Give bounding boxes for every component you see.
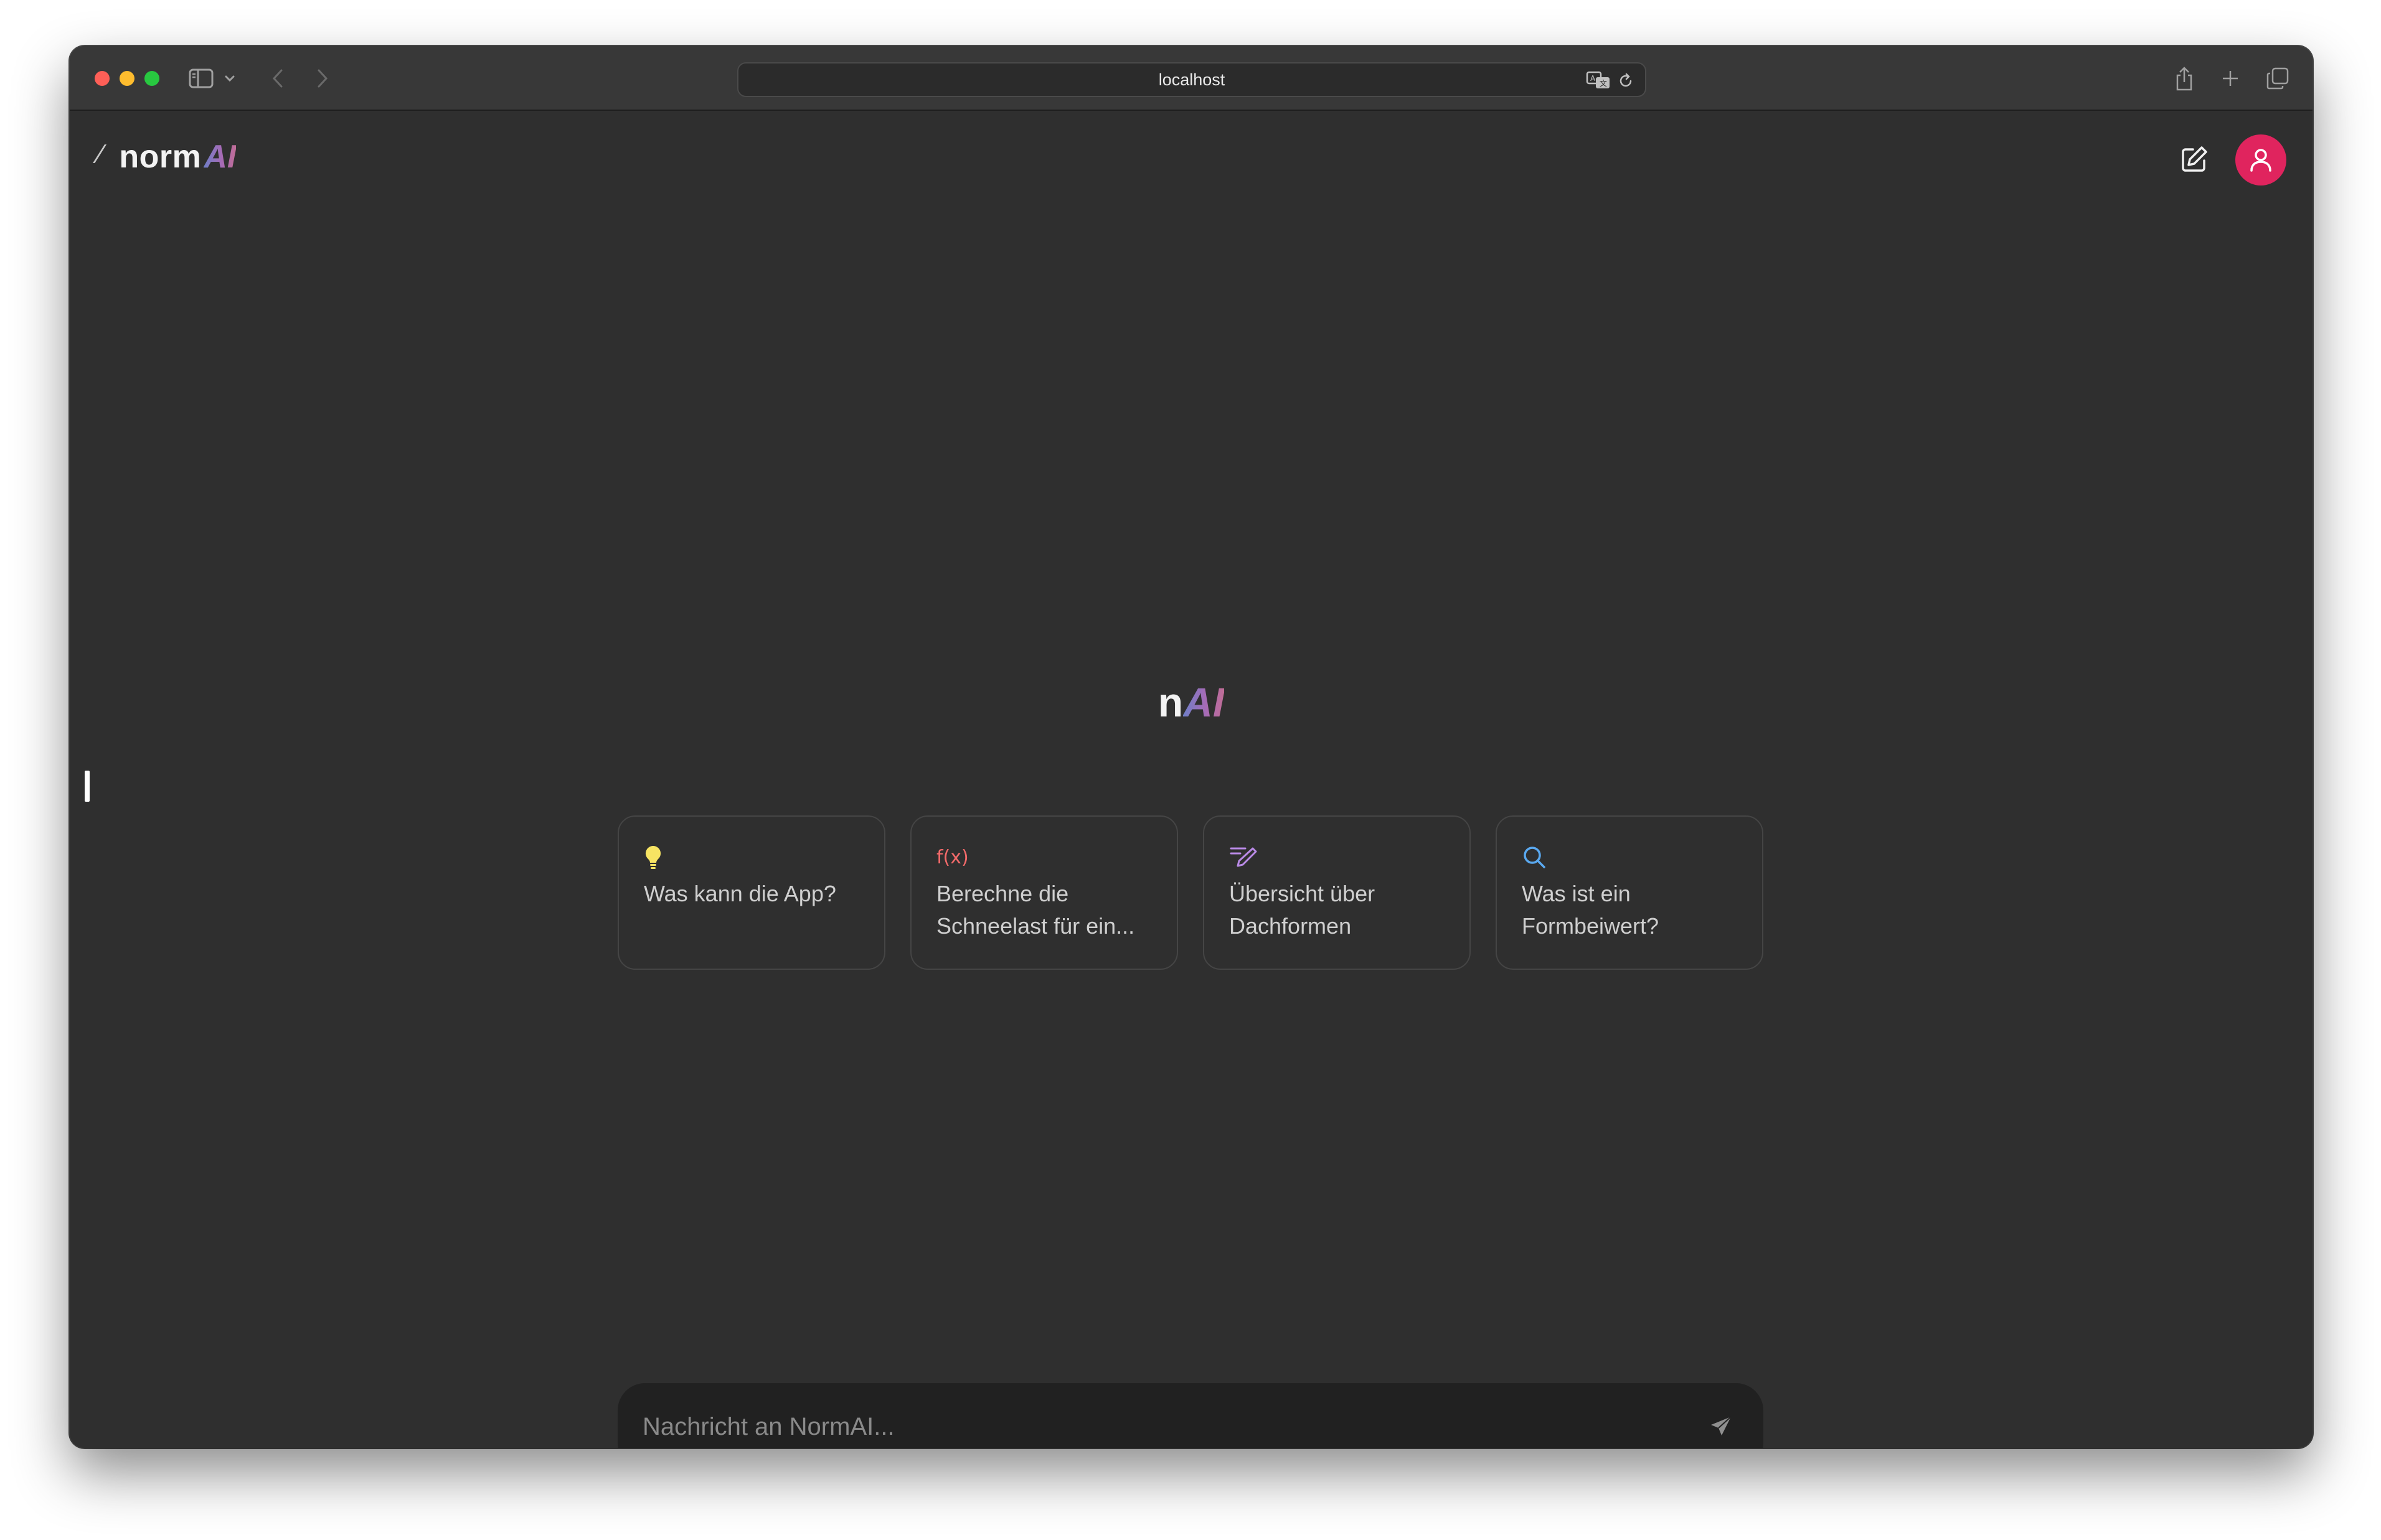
message-composer (618, 1383, 1763, 1448)
brand-logo[interactable]: ⁄ norm AI (98, 138, 236, 176)
chevron-down-icon[interactable] (223, 71, 237, 86)
close-window-button[interactable] (95, 71, 110, 86)
tabs-icon[interactable] (2265, 66, 2290, 91)
center-logo-ai: AI (1183, 679, 1225, 725)
center-logo-n: n (1157, 679, 1184, 725)
edit-icon (2182, 146, 2207, 172)
plus-icon[interactable] (2219, 66, 2242, 91)
send-button[interactable] (1705, 1411, 1737, 1443)
svg-text:A: A (1590, 74, 1596, 83)
avatar[interactable] (2235, 134, 2286, 185)
user-icon (2250, 149, 2271, 172)
slash-icon: ⁄ (98, 139, 103, 169)
new-chat-button[interactable] (2176, 141, 2213, 178)
brand-ai: AI (204, 139, 237, 175)
zoom-window-button[interactable] (144, 71, 159, 86)
message-input[interactable] (643, 1383, 1676, 1448)
suggestion-text: Übersicht über (1229, 881, 1375, 906)
suggestion-text: Berechne die (936, 881, 1069, 906)
chevron-right-icon[interactable] (313, 66, 332, 91)
suggestion-text: Was ist ein (1522, 881, 1631, 906)
chevron-left-icon[interactable] (268, 66, 288, 91)
lightbulb-icon (645, 845, 661, 869)
address-bar[interactable]: localhost A文 (737, 62, 1646, 97)
svg-text:文: 文 (1600, 78, 1607, 88)
reload-icon[interactable] (1616, 71, 1635, 91)
suggestion-card-app[interactable]: Was kann die App? (618, 815, 885, 970)
suggestion-text-2: Formbeiwert? (1522, 913, 1659, 939)
share-icon[interactable] (2173, 65, 2195, 92)
minimize-window-button[interactable] (120, 71, 134, 86)
suggestion-card-schneelast[interactable]: f(x) Berechne die Schneelast für ein... (910, 815, 1178, 970)
text-cursor (85, 771, 90, 802)
search-icon (1524, 847, 1545, 868)
browser-window: localhost A文 ⁄ norm AI n AI Was kann die… (70, 46, 2313, 1448)
suggestion-text: Was kann die App? (644, 881, 836, 906)
pen-lines-icon (1230, 847, 1257, 867)
suggestion-cards: Was kann die App? f(x) Berechne die Schn… (618, 815, 1763, 970)
sidebar-icon[interactable] (188, 67, 214, 90)
function-icon: f(x) (936, 846, 969, 868)
browser-toolbar: localhost A文 (70, 46, 2313, 111)
suggestion-text-2: Schneelast für ein... (936, 913, 1135, 939)
send-icon (1711, 1416, 1732, 1435)
app-content: ⁄ norm AI n AI Was kann die App? f(x) Be… (70, 112, 2313, 1448)
center-logo: n AI (70, 678, 2313, 726)
brand-word: norm (119, 139, 202, 175)
translate-icon[interactable]: A文 (1585, 70, 1611, 91)
suggestion-card-formbeiwert[interactable]: Was ist ein Formbeiwert? (1496, 815, 1763, 970)
suggestion-text-2: Dachformen (1229, 913, 1352, 939)
suggestion-card-dachformen[interactable]: Übersicht über Dachformen (1203, 815, 1471, 970)
url-text[interactable]: localhost (738, 63, 1645, 96)
